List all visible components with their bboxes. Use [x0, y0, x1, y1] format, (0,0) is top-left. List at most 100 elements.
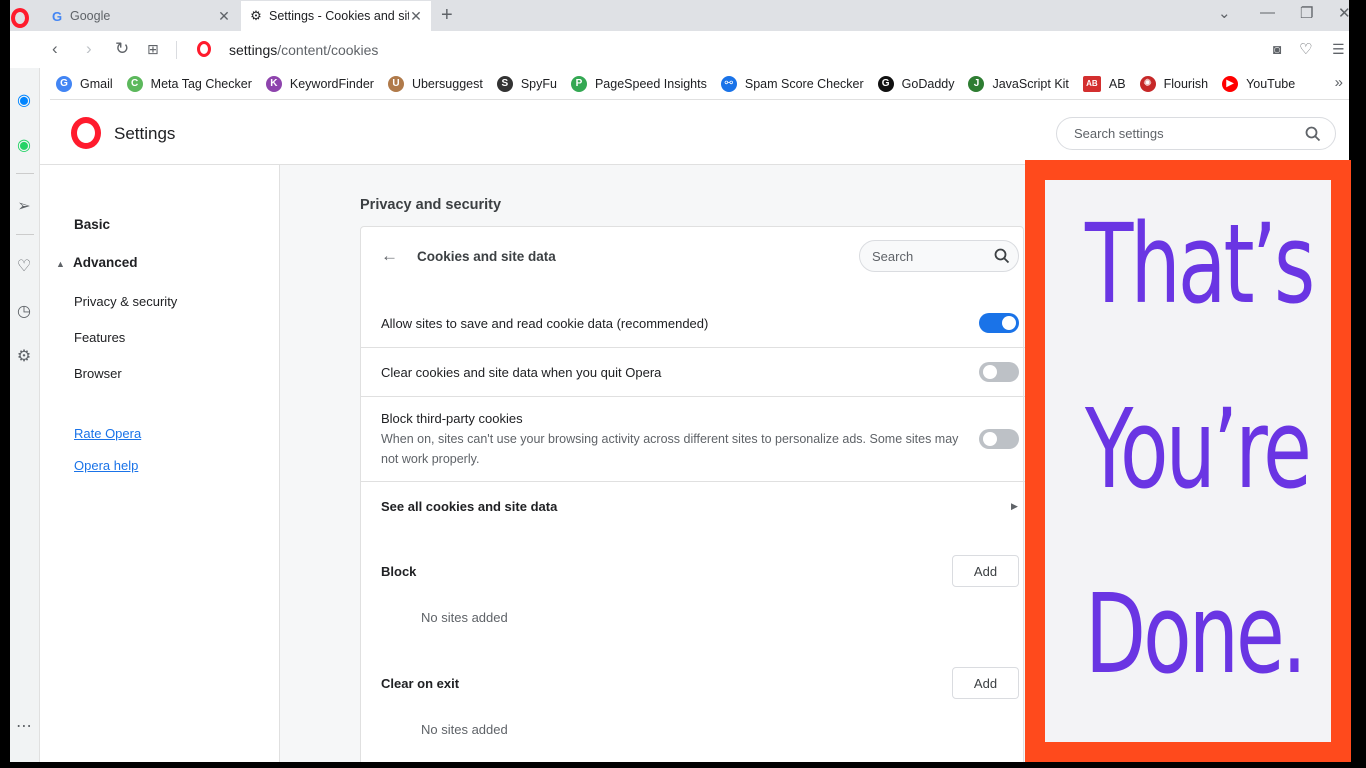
tab-settings[interactable]: ⚙ Settings - Cookies and site ✕ [241, 1, 431, 31]
bookmark-favicon-icon: C [126, 75, 143, 92]
new-tab-icon[interactable]: + [441, 4, 453, 27]
bookmark-favicon-icon: P [570, 75, 587, 92]
back-icon[interactable]: ‹ [52, 39, 58, 59]
camera-icon[interactable]: ◙ [1273, 41, 1281, 57]
chevron-right-icon: ▶ [1011, 501, 1018, 511]
messenger-icon[interactable]: ◉ [14, 90, 34, 110]
tabs-grid-icon[interactable]: ⊞ [147, 41, 159, 58]
bookmark-label: Ubersuggest [411, 76, 483, 91]
allow-cookies-label: Allow sites to save and read cookie data… [381, 316, 709, 331]
bookmark-item[interactable]: AB AB [1082, 75, 1126, 92]
bookmark-label: SpyFu [520, 76, 557, 91]
tab-menu-icon[interactable]: ⌄ [1218, 4, 1231, 22]
search-icon [1305, 126, 1321, 141]
add-clear-on-exit-button[interactable]: Add [952, 667, 1019, 699]
block-third-party-desc: When on, sites can't use your browsing a… [381, 432, 959, 466]
bookmark-item[interactable]: ✺ Flourish [1139, 75, 1209, 92]
cookie-search-input[interactable]: Search [859, 240, 1019, 272]
bookmark-item[interactable]: G Gmail [56, 75, 113, 92]
bookmark-label: Spam Score Checker [744, 76, 864, 91]
bookmark-label: PageSpeed Insights [594, 76, 707, 91]
bookmark-item[interactable]: ⚯ Spam Score Checker [720, 75, 864, 92]
tab-google[interactable]: G Google ✕ [42, 1, 239, 31]
bookmark-label: KeywordFinder [289, 76, 374, 91]
bookmark-favicon-icon: AB [1082, 75, 1101, 92]
url-path: /content/cookies [277, 42, 379, 58]
nav-browser[interactable]: Browser [74, 366, 122, 381]
close-icon[interactable]: ✕ [217, 8, 231, 25]
rate-opera-link[interactable]: Rate Opera [74, 426, 141, 441]
close-icon[interactable]: ✕ [409, 8, 423, 25]
restore-icon[interactable]: ❐ [1300, 4, 1313, 22]
caret-up-icon: ▲ [56, 259, 65, 269]
divider [16, 234, 34, 235]
nav-features[interactable]: Features [74, 330, 125, 345]
gear-icon[interactable]: ⚙ [14, 346, 34, 366]
search-placeholder: Search settings [1074, 126, 1164, 141]
opera-menu-icon[interactable] [11, 8, 29, 28]
bookmark-favicon-icon: U [387, 75, 404, 92]
tab-title: Google [70, 9, 111, 23]
block-label: Block [381, 564, 417, 579]
overlay-line-1: That’s [1085, 200, 1315, 328]
divider [16, 173, 34, 174]
tab-strip: G Google ✕ ⚙ Settings - Cookies and site… [10, 0, 1349, 31]
bookmarks-bar: G Gmail C Meta Tag Checker K KeywordFinder U Ub… [50, 68, 1349, 100]
block-empty-text: No sites added [421, 610, 508, 625]
back-arrow-icon[interactable]: ← [381, 246, 398, 266]
nav-basic[interactable]: Basic [74, 217, 110, 232]
nav-privacy[interactable]: Privacy & security [74, 294, 177, 309]
done-overlay-panel: That’s You’re Done. [1045, 180, 1331, 742]
bookmark-item[interactable]: S SpyFu [496, 75, 557, 92]
page-title: Settings [114, 124, 176, 143]
search-icon [994, 248, 1010, 264]
search-settings-input[interactable]: Search settings [1056, 117, 1336, 150]
opera-help-link[interactable]: Opera help [74, 458, 138, 473]
done-overlay: That’s You’re Done. [1025, 160, 1351, 762]
send-icon[interactable]: ➢ [14, 196, 34, 216]
section-title: Privacy and security [360, 197, 502, 213]
bookmarks-more-icon[interactable]: » [1335, 74, 1343, 91]
bookmark-item[interactable]: K KeywordFinder [265, 75, 374, 92]
clear-on-quit-row: Clear cookies and site data when you qui… [361, 348, 1025, 397]
address-bar: ‹ › ↻ ⊞ settings/content/cookies ◙ ♡ ☰ [10, 31, 1349, 68]
bookmark-label: Flourish [1163, 76, 1209, 91]
see-all-cookies-row[interactable]: See all cookies and site data ▶ [361, 482, 1025, 532]
bookmark-item[interactable]: P PageSpeed Insights [570, 75, 707, 92]
forward-icon[interactable]: › [86, 39, 92, 59]
settings-nav: Basic ▲ Advanced Privacy & security Feat… [40, 165, 280, 762]
reload-icon[interactable]: ↻ [115, 39, 129, 59]
nav-advanced[interactable]: Advanced [73, 255, 138, 270]
url-host: settings [229, 42, 278, 58]
window-close-icon[interactable]: ✕ [1338, 4, 1349, 22]
bookmark-favicon-icon: S [496, 75, 513, 92]
bookmark-item[interactable]: C Meta Tag Checker [126, 75, 252, 92]
whatsapp-icon[interactable]: ◉ [14, 135, 34, 155]
bookmark-label: GoDaddy [901, 76, 955, 91]
bookmark-item[interactable]: ▶ YouTube [1222, 75, 1295, 92]
heart-icon[interactable]: ♡ [1299, 40, 1312, 58]
bookmark-favicon-icon: ✺ [1139, 75, 1156, 92]
add-block-button[interactable]: Add [952, 555, 1019, 587]
clear-on-quit-toggle[interactable] [979, 362, 1019, 382]
history-icon[interactable]: ◷ [14, 301, 34, 321]
divider [176, 41, 177, 59]
more-icon[interactable]: ⋯ [14, 716, 34, 736]
bookmark-item[interactable]: U Ubersuggest [387, 75, 483, 92]
clear-on-exit-empty-text: No sites added [421, 722, 508, 737]
overlay-line-2: You’re [1085, 385, 1312, 513]
allow-cookies-toggle[interactable] [979, 313, 1019, 333]
menu-icon[interactable]: ☰ [1332, 41, 1345, 58]
bookmark-label: Meta Tag Checker [150, 76, 252, 91]
bookmark-item[interactable]: G GoDaddy [877, 75, 955, 92]
bookmark-favicon-icon: G [877, 75, 894, 92]
block-third-party-toggle[interactable] [979, 429, 1019, 449]
block-third-party-row: Block third-party cookies When on, sites… [361, 397, 1025, 482]
overlay-line-3: Done. [1085, 570, 1307, 698]
heart-icon[interactable]: ♡ [14, 256, 34, 276]
opera-icon [197, 41, 211, 57]
url-field[interactable]: settings/content/cookies [229, 42, 378, 58]
bookmark-favicon-icon: J [968, 75, 985, 92]
bookmark-item[interactable]: J JavaScript Kit [968, 75, 1069, 92]
minimize-icon[interactable]: — [1260, 4, 1275, 21]
